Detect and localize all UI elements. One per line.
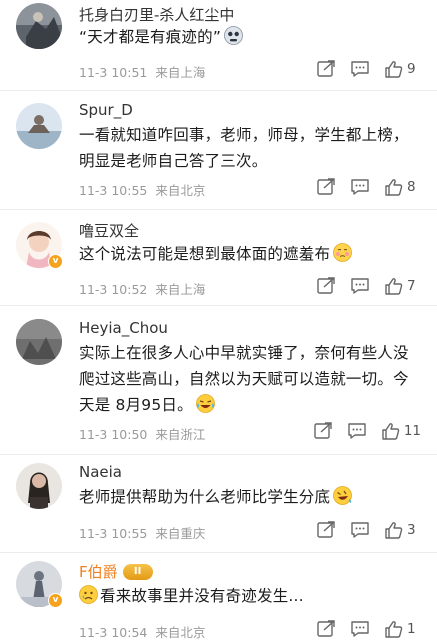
comment-text: 实际上在很多人心中早就实锤了，奈何有些人没爬过这些高山，自然以为天赋可以造就一切…: [79, 340, 419, 418]
verified-badge: v: [48, 593, 63, 608]
thumbs-up-icon: [382, 423, 400, 440]
embarrassed-emoji-icon: [333, 243, 353, 262]
avatar[interactable]: [16, 463, 62, 509]
comment-time: 11-3 10:55: [79, 183, 148, 198]
rofl-emoji-icon: [333, 486, 353, 505]
share-icon[interactable]: [316, 620, 336, 638]
reply-icon[interactable]: [350, 521, 370, 539]
thumbs-up-icon: [385, 522, 403, 539]
like-button[interactable]: 7: [384, 277, 421, 295]
comment-text: “天才都是有痕迹的”: [79, 24, 419, 50]
comment-meta: 11-3 10:55 来自重庆: [79, 523, 205, 542]
comment-item: Heyia_Chou 实际上在很多人心中早就实锤了，奈何有些人没爬过这些高山，自…: [0, 306, 437, 455]
comment-meta: 11-3 10:54 来自北京: [79, 622, 205, 640]
thumbs-up-icon: [385, 179, 403, 196]
comment-text-content: 这个说法可能是想到最体面的遮羞布: [79, 245, 331, 263]
comment-username[interactable]: Heyia_Chou: [79, 319, 168, 337]
verified-badge: v: [48, 254, 63, 269]
comment-text: 一看就知道咋回事，老师，师母，学生都上榜，明显是老师自己答了三次。: [79, 126, 409, 170]
like-count: 8: [407, 179, 416, 195]
comment-time: 11-3 10:54: [79, 625, 148, 640]
comment-text-content: 实际上在很多人心中早就实锤了，奈何有些人没爬过这些高山，自然以为天赋可以造就一切…: [79, 344, 409, 414]
reply-icon[interactable]: [350, 178, 370, 196]
share-icon[interactable]: [313, 422, 333, 440]
share-icon[interactable]: [316, 178, 336, 196]
thumbs-up-icon: [385, 621, 403, 638]
comment-item: Naeia 老师提供帮助为什么老师比学生分底 11-3 10:55 来自重庆 3: [0, 455, 437, 553]
comment-meta: 11-3 10:52 来自上海: [79, 279, 205, 298]
comment-meta: 11-3 10:51 来自上海: [79, 62, 205, 81]
comment-item: v F伯爵 II 看来故事里并没有奇迹发生... 11-3 10:54 来自北京 …: [0, 553, 437, 640]
like-count: 9: [407, 61, 416, 77]
comment-item: Spur_D 一看就知道咋回事，老师，师母，学生都上榜，明显是老师自己答了三次。…: [0, 91, 437, 210]
like-count: 3: [407, 522, 416, 538]
reply-icon[interactable]: [350, 60, 370, 78]
skull-emoji-icon: [224, 26, 244, 45]
comment-text-content: “天才都是有痕迹的”: [79, 28, 222, 46]
comment-meta: 11-3 10:50 来自浙江: [79, 424, 205, 443]
comment-location: 来自浙江: [155, 427, 206, 442]
like-button[interactable]: 8: [384, 178, 421, 196]
avatar[interactable]: [16, 3, 62, 49]
laugh-cry-emoji-icon: [195, 394, 215, 413]
comment-username[interactable]: Naeia: [79, 463, 122, 481]
thumbs-up-icon: [385, 278, 403, 295]
share-icon[interactable]: [316, 277, 336, 295]
comment-time: 11-3 10:50: [79, 427, 148, 442]
thumbs-up-icon: [385, 61, 403, 78]
comment-actions: 8: [302, 178, 421, 196]
like-button[interactable]: 1: [384, 620, 421, 638]
comment-time: 11-3 10:55: [79, 526, 148, 541]
comment-text: 老师提供帮助为什么老师比学生分底: [79, 484, 419, 510]
comment-location: 来自上海: [155, 65, 206, 80]
comment-username[interactable]: 托身白刃里-杀人红尘中: [79, 4, 234, 25]
comment-time: 11-3 10:51: [79, 65, 148, 80]
comment-actions: 1: [302, 620, 421, 638]
comment-text: 这个说法可能是想到最体面的遮羞布: [79, 241, 419, 267]
avatar[interactable]: [16, 319, 62, 365]
comment-meta: 11-3 10:55 来自北京: [79, 180, 205, 199]
share-icon[interactable]: [316, 521, 336, 539]
like-button[interactable]: 3: [384, 521, 421, 539]
sad-emoji-icon: [79, 585, 98, 604]
avatar[interactable]: [16, 103, 62, 149]
comment-actions: 9: [302, 60, 421, 78]
like-button[interactable]: 11: [381, 422, 421, 440]
reply-icon[interactable]: [350, 277, 370, 295]
comment-username-text: F伯爵: [79, 563, 118, 581]
comment-text-content: 看来故事里并没有奇迹发生...: [100, 587, 304, 605]
comment-location: 来自上海: [155, 282, 206, 297]
comment-username[interactable]: Spur_D: [79, 101, 133, 119]
comment-item: 托身白刃里-杀人红尘中 “天才都是有痕迹的” 11-3 10:51 来自上海 9: [0, 0, 437, 91]
comment-actions: 11: [299, 422, 421, 440]
comment-time: 11-3 10:52: [79, 282, 148, 297]
comment-text-content: 老师提供帮助为什么老师比学生分底: [79, 488, 331, 506]
reply-icon[interactable]: [347, 422, 367, 440]
comment-username[interactable]: F伯爵 II: [79, 561, 153, 582]
like-count: 11: [403, 423, 421, 439]
comment-username[interactable]: 噜豆双全: [79, 220, 139, 241]
like-count: 1: [407, 621, 416, 637]
comment-location: 来自重庆: [155, 526, 206, 541]
comment-actions: 3: [302, 521, 421, 539]
share-icon[interactable]: [316, 60, 336, 78]
comment-location: 来自北京: [155, 625, 206, 640]
vip-level-badge: II: [122, 563, 153, 580]
comment-text: 看来故事里并没有奇迹发生...: [79, 583, 419, 609]
comment-location: 来自北京: [155, 183, 206, 198]
like-button[interactable]: 9: [384, 60, 421, 78]
comment-item: v 噜豆双全 这个说法可能是想到最体面的遮羞布 11-3 10:52 来自上海 …: [0, 210, 437, 306]
comment-actions: 7: [302, 277, 421, 295]
like-count: 7: [407, 278, 416, 294]
comment-list: 托身白刃里-杀人红尘中 “天才都是有痕迹的” 11-3 10:51 来自上海 9: [0, 0, 437, 640]
reply-icon[interactable]: [350, 620, 370, 638]
